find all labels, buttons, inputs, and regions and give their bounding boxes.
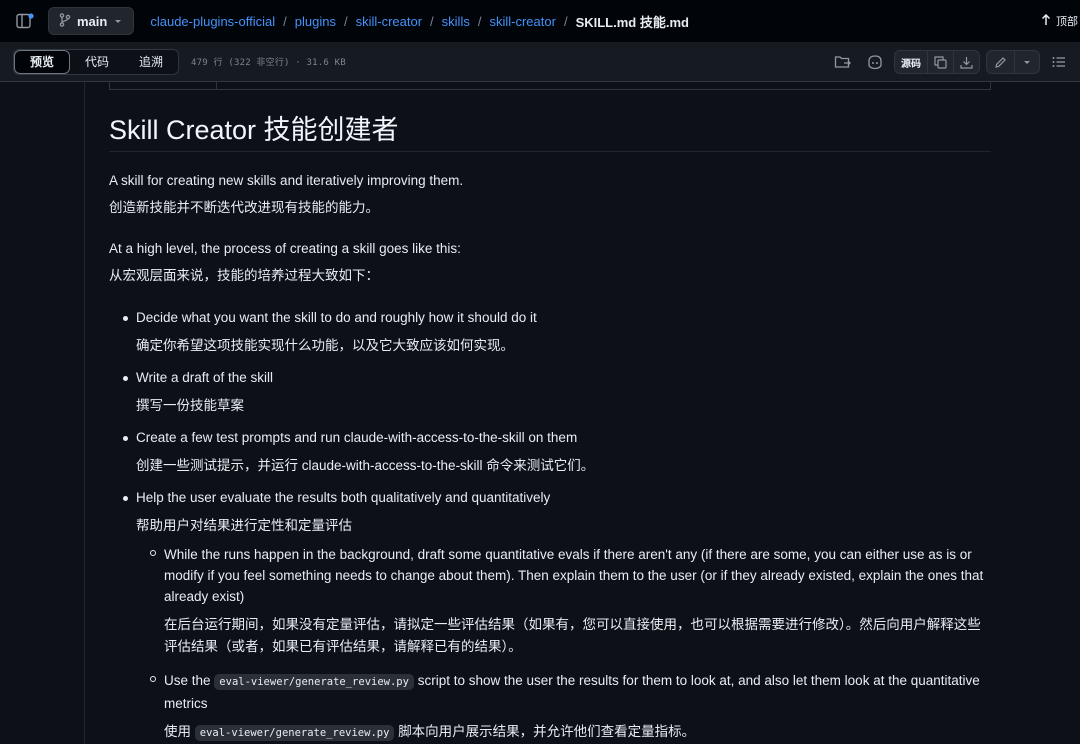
circle-bullet xyxy=(150,676,156,682)
sub-list-item: Use the eval-viewer/generate_review.py s… xyxy=(136,670,991,744)
folder-move-icon[interactable] xyxy=(830,50,856,74)
script-path-code: eval-viewer/generate_review.py xyxy=(194,725,395,741)
raw-button[interactable]: 源码 xyxy=(895,51,928,73)
file-info: 479 行 (322 非空行) · 31.6 KB xyxy=(191,58,346,68)
intro-zh: 创造新技能并不断迭代改进现有技能的能力。 xyxy=(109,200,379,215)
substep-en: Use the eval-viewer/generate_review.py s… xyxy=(164,670,989,714)
git-branch-icon xyxy=(59,12,71,30)
view-mode-tabs: 预览 代码 追溯 xyxy=(13,48,180,75)
step-en: Decide what you want the skill to do and… xyxy=(136,310,537,325)
top-bar: main claude-plugins-official / plugins /… xyxy=(0,0,1080,42)
content-divider xyxy=(84,82,85,744)
substep-text: Use the xyxy=(164,673,211,688)
current-file-name: SKILL.md 技能.md xyxy=(575,14,689,30)
step-zh: 确定你希望这项技能实现什么功能，以及它大致应该如何实现。 xyxy=(136,338,514,353)
tab-code[interactable]: 代码 xyxy=(70,50,124,74)
breadcrumb-separator: / xyxy=(343,13,348,29)
chevron-down-icon[interactable] xyxy=(1015,51,1039,73)
list-item: Create a few test prompts and run claude… xyxy=(109,428,991,476)
bullet xyxy=(123,496,128,501)
bullet xyxy=(123,376,128,381)
breadcrumb-repo[interactable]: claude-plugins-official xyxy=(150,14,275,29)
breadcrumb-separator: / xyxy=(430,13,434,29)
substep-text: 脚本向用户展示结果，并允许他们查看定量指标。 xyxy=(398,724,696,739)
step-zh: 帮助用户对结果进行定性和定量评估 xyxy=(136,518,352,533)
intro-paragraph: A skill for creating new skills and iter… xyxy=(109,171,991,218)
copilot-icon[interactable] xyxy=(862,50,888,74)
process-steps: Decide what you want the skill to do and… xyxy=(109,308,991,744)
step-en: Help the user evaluate the results both … xyxy=(136,490,551,505)
bullet xyxy=(123,316,128,321)
breadcrumb-separator: / xyxy=(283,13,287,29)
bullet xyxy=(123,436,128,441)
substep-zh: 在后台运行期间，如果没有定量评估，请拟定一些评估结果（如果有，您可以直接使用，也… xyxy=(164,617,981,654)
sidebar-expand-icon[interactable] xyxy=(14,10,36,32)
tab-preview[interactable]: 预览 xyxy=(14,49,71,74)
circle-bullet xyxy=(150,550,156,556)
list-item: Decide what you want the skill to do and… xyxy=(109,308,991,356)
substep-en: While the runs happen in the background,… xyxy=(164,547,984,604)
breadcrumb-plugins[interactable]: plugins xyxy=(295,14,336,29)
branch-name: main xyxy=(77,13,108,29)
sub-list-item: While the runs happen in the background,… xyxy=(136,544,991,658)
process-zh: 从宏观层面来说，技能的培养过程大致如下： xyxy=(109,268,379,283)
step-en: Create a few test prompts and run claude… xyxy=(136,430,578,445)
substep-text: 使用 xyxy=(164,724,191,739)
back-to-top-label: 顶部 xyxy=(1056,16,1078,28)
breadcrumb-skill-creator[interactable]: skill-creator xyxy=(356,14,422,29)
list-item: Help the user evaluate the results both … xyxy=(109,488,991,744)
breadcrumb-separator: / xyxy=(563,13,568,29)
tab-blame[interactable]: 追溯 xyxy=(124,50,178,74)
breadcrumb: claude-plugins-official / plugins / skil… xyxy=(150,12,689,31)
file-actions: 源码 xyxy=(830,50,1072,74)
page-title: Skill Creator 技能创建者 xyxy=(109,108,991,152)
substep-zh: 使用 eval-viewer/generate_review.py 脚本向用户展… xyxy=(164,721,989,744)
chevron-down-icon xyxy=(113,14,123,29)
edit-actions xyxy=(986,50,1040,74)
process-paragraph: At a high level, the process of creating… xyxy=(109,239,991,286)
breadcrumb-skill-creator-dir[interactable]: skill-creator xyxy=(489,14,555,29)
breadcrumb-skills[interactable]: skills xyxy=(442,14,470,29)
step-zh: 撰写一份技能草案 xyxy=(136,398,244,413)
list-item: Write a draft of the skill 撰写一份技能草案 xyxy=(109,368,991,416)
markdown-body: Skill Creator 技能创建者 A skill for creating… xyxy=(109,108,991,744)
branch-selector[interactable]: main xyxy=(48,7,135,35)
script-path-code: eval-viewer/generate_review.py xyxy=(214,674,414,690)
download-icon[interactable] xyxy=(954,51,979,73)
process-en: At a high level, the process of creating… xyxy=(109,241,461,256)
table-cell-divider xyxy=(216,82,217,90)
pencil-icon[interactable] xyxy=(987,51,1015,73)
breadcrumb-separator: / xyxy=(477,13,482,29)
file-toolbar: 预览 代码 追溯 479 行 (322 非空行) · 31.6 KB 源码 xyxy=(0,42,1080,82)
evaluation-substeps: While the runs happen in the background,… xyxy=(136,544,991,744)
back-to-top-button[interactable]: 顶部 xyxy=(1041,13,1078,29)
step-en: Write a draft of the skill xyxy=(136,370,274,385)
table-bottom-edge xyxy=(109,82,991,90)
intro-en: A skill for creating new skills and iter… xyxy=(109,173,464,188)
outline-list-icon[interactable] xyxy=(1046,50,1072,74)
step-zh: 创建一些测试提示，并运行 claude-with-access-to-the-s… xyxy=(136,458,595,473)
arrow-up-icon xyxy=(1041,13,1051,29)
raw-actions: 源码 xyxy=(894,50,980,74)
copy-icon[interactable] xyxy=(928,51,954,73)
